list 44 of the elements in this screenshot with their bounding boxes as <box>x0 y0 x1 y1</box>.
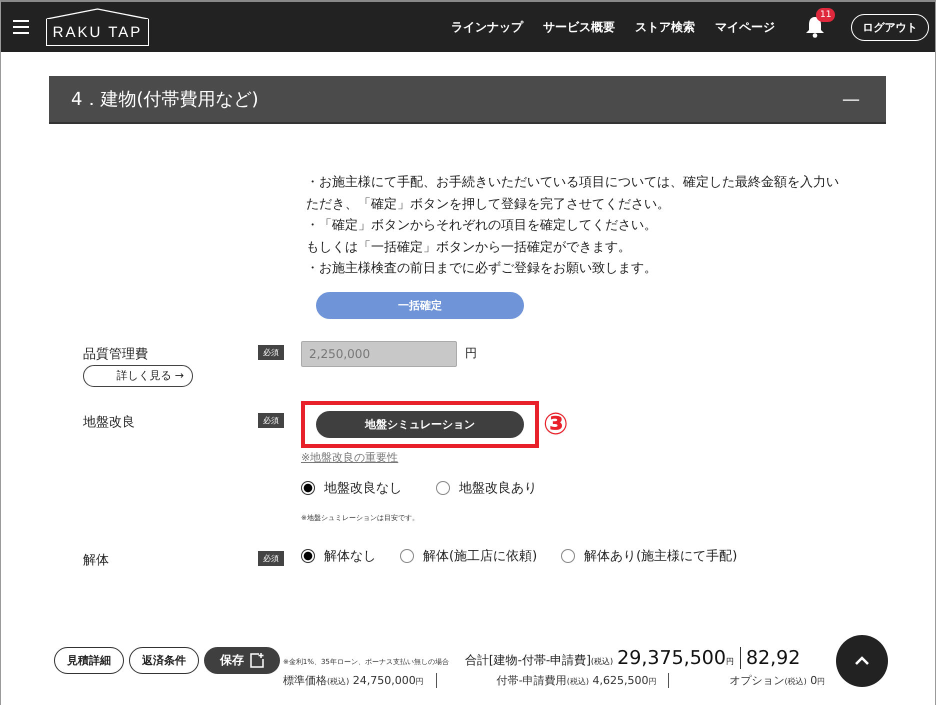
nav-link[interactable]: ストア検索 <box>635 18 695 36</box>
logo[interactable]: RAKU TAP <box>46 19 149 46</box>
unit-label: 円 <box>465 345 477 362</box>
radio-option[interactable]: 解体(施工店に依頼) <box>400 546 538 564</box>
required-tag: 必須 <box>258 344 284 360</box>
notification-badge: 11 <box>816 8 836 22</box>
price-breakdown: オプション(税込) 0円 <box>729 673 826 688</box>
price-breakdown: 標準価格(税込) 24,750,000円 <box>283 673 437 688</box>
collapse-button[interactable]: — <box>836 88 866 110</box>
roof-icon <box>46 8 149 19</box>
menu-icon[interactable] <box>13 20 29 34</box>
price-breakdown: 付帯-申請費用(税込) 4,625,500円 <box>496 673 670 688</box>
step-number: ③ <box>543 406 568 442</box>
instruction-text: もしくは「一括確定」ボタンから一括確定ができます。 <box>306 238 632 256</box>
field-label: 地盤改良 <box>83 414 135 430</box>
monthly-amount: 82,92 <box>740 647 800 669</box>
radio-option[interactable]: 解体あり(施主様にて手配) <box>561 546 738 564</box>
section-title: 4．建物(付帯費用など) <box>71 88 258 111</box>
nav-link[interactable]: サービス概要 <box>543 18 615 36</box>
instruction-text: ・お施主様にて手配、お手続きいただいている項目については、確定した最終金額を入力いただき、「確定」ボタンを押して登録を完了させてください。 <box>306 174 840 214</box>
detail-button[interactable]: 詳しく見る → <box>83 364 193 386</box>
radio-option[interactable]: 解体なし <box>301 546 376 564</box>
info-link[interactable]: ※地盤改良の重要性 <box>301 450 398 464</box>
instruction-text: ・「確定」ボタンからそれぞれの項目を確定してください。 <box>306 217 658 235</box>
instruction-text: ・お施主様検査の前日までに必ずご登録をお願い致します。 <box>306 260 658 278</box>
save-button[interactable]: 保存 <box>204 647 280 674</box>
footer-button[interactable]: 返済条件 <box>129 647 199 674</box>
nav-link[interactable]: ラインナップ <box>451 18 523 36</box>
total-label: 合計[建物-付帯-申請費](税込) <box>464 652 614 669</box>
field-label: 品質管理費 <box>83 346 148 362</box>
required-tag: 必須 <box>258 412 284 428</box>
radio-option[interactable]: 地盤改良あり <box>436 478 537 496</box>
simulation-button[interactable]: 地盤シミュレーション <box>316 410 524 438</box>
radio-option[interactable]: 地盤改良なし <box>301 478 402 496</box>
save-icon <box>250 653 264 668</box>
nav-link[interactable]: マイページ <box>715 18 775 36</box>
logout-button[interactable]: ログアウト <box>851 14 929 40</box>
chevron-up-icon <box>854 656 870 666</box>
bell-icon[interactable] <box>805 16 825 38</box>
required-tag: 必須 <box>258 550 284 566</box>
footer-button[interactable]: 見積詳細 <box>54 647 124 674</box>
field-label: 解体 <box>83 552 109 568</box>
scroll-top-button[interactable] <box>836 635 888 687</box>
total-amount: 29,375,500円 <box>617 647 734 669</box>
